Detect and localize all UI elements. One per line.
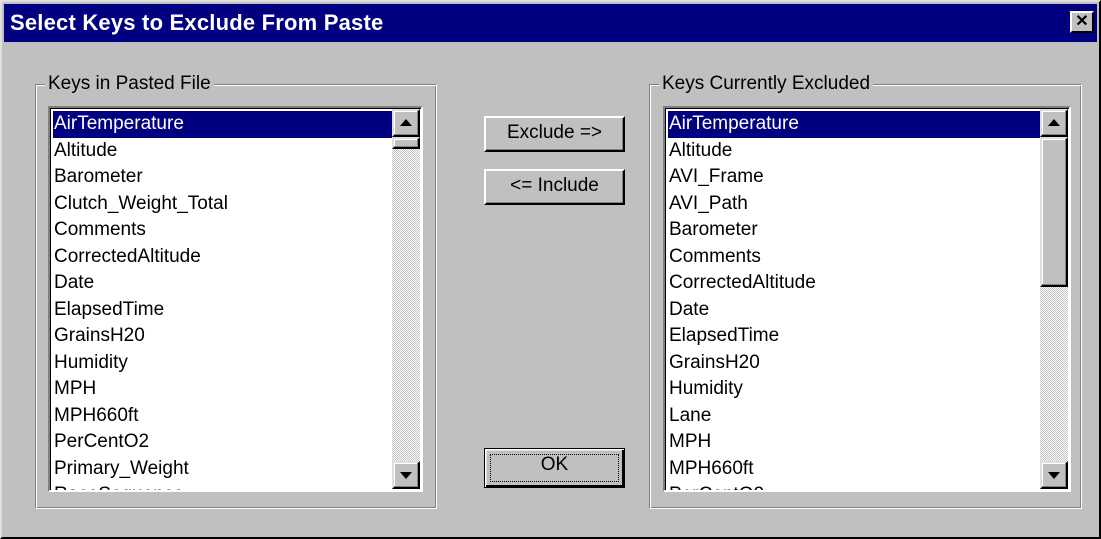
- ok-button[interactable]: OK: [484, 448, 625, 488]
- keys-in-pasted-file-group: Keys in Pasted File AirTemperature Altitu…: [35, 73, 437, 509]
- close-icon: ✕: [1075, 13, 1089, 30]
- list-item[interactable]: MPH660ft: [53, 403, 392, 430]
- arrow-down-icon: [1048, 472, 1060, 479]
- list-item[interactable]: Altitude: [53, 138, 392, 165]
- dialog-window: Select Keys to Exclude From Paste ✕ Keys…: [0, 0, 1101, 539]
- scroll-thumb[interactable]: [392, 137, 420, 149]
- list-item[interactable]: Primary_Weight: [53, 456, 392, 483]
- list-item[interactable]: PerCentO2: [53, 429, 392, 456]
- list-item[interactable]: Barometer: [53, 164, 392, 191]
- arrow-up-icon: [1048, 119, 1060, 126]
- list-item[interactable]: Date: [53, 270, 392, 297]
- dialog-title: Select Keys to Exclude From Paste: [10, 10, 384, 35]
- list-item[interactable]: MPH: [668, 429, 1040, 456]
- keys-currently-excluded-group: Keys Currently Excluded AirTemperature Al…: [649, 73, 1082, 509]
- list-item[interactable]: Comments: [668, 244, 1040, 271]
- pasted-keys-list: AirTemperature Altitude Barometer Clutch_We…: [53, 111, 392, 490]
- list-item[interactable]: CorrectedAltitude: [53, 244, 392, 271]
- list-item[interactable]: CorrectedAltitude: [668, 270, 1040, 297]
- list-item[interactable]: Clutch_Weight_Total: [53, 191, 392, 218]
- exclude-button[interactable]: Exclude =>: [484, 116, 625, 152]
- list-item[interactable]: ElapsedTime: [668, 323, 1040, 350]
- scroll-thumb[interactable]: [1040, 137, 1068, 287]
- excluded-keys-scrollbar[interactable]: [1040, 109, 1068, 489]
- include-button[interactable]: <= Include: [484, 169, 625, 205]
- pasted-keys-scrollbar[interactable]: [392, 109, 420, 489]
- list-item[interactable]: PerCentO2: [668, 482, 1040, 490]
- list-item[interactable]: MPH660ft: [668, 456, 1040, 483]
- list-item[interactable]: Altitude: [668, 138, 1040, 165]
- scroll-up-button[interactable]: [1040, 109, 1068, 137]
- scroll-down-button[interactable]: [392, 461, 420, 489]
- arrow-up-icon: [400, 119, 412, 126]
- title-bar[interactable]: Select Keys to Exclude From Paste ✕: [4, 4, 1097, 42]
- list-item[interactable]: RaceSequence: [53, 482, 392, 490]
- excluded-keys-list: AirTemperature Altitude AVI_Frame AVI_Path B…: [668, 111, 1040, 490]
- list-item[interactable]: AirTemperature: [668, 111, 1040, 138]
- list-item[interactable]: Humidity: [53, 350, 392, 377]
- excluded-keys-listbox[interactable]: AirTemperature Altitude AVI_Frame AVI_Path B…: [663, 106, 1071, 492]
- list-item[interactable]: Barometer: [668, 217, 1040, 244]
- scroll-down-button[interactable]: [1040, 461, 1068, 489]
- list-item[interactable]: Humidity: [668, 376, 1040, 403]
- arrow-down-icon: [400, 472, 412, 479]
- close-button[interactable]: ✕: [1070, 11, 1094, 33]
- keys-in-pasted-file-label: Keys in Pasted File: [45, 73, 214, 95]
- keys-currently-excluded-label: Keys Currently Excluded: [659, 73, 874, 95]
- list-item[interactable]: AVI_Frame: [668, 164, 1040, 191]
- list-item[interactable]: GrainsH20: [53, 323, 392, 350]
- list-item[interactable]: ElapsedTime: [53, 297, 392, 324]
- pasted-keys-listbox[interactable]: AirTemperature Altitude Barometer Clutch_We…: [48, 106, 423, 492]
- list-item[interactable]: MPH: [53, 376, 392, 403]
- list-item[interactable]: Comments: [53, 217, 392, 244]
- ok-label: OK: [540, 454, 569, 475]
- scroll-up-button[interactable]: [392, 109, 420, 137]
- list-item[interactable]: AirTemperature: [53, 111, 392, 138]
- list-item[interactable]: Lane: [668, 403, 1040, 430]
- list-item[interactable]: AVI_Path: [668, 191, 1040, 218]
- list-item[interactable]: Date: [668, 297, 1040, 324]
- list-item[interactable]: GrainsH20: [668, 350, 1040, 377]
